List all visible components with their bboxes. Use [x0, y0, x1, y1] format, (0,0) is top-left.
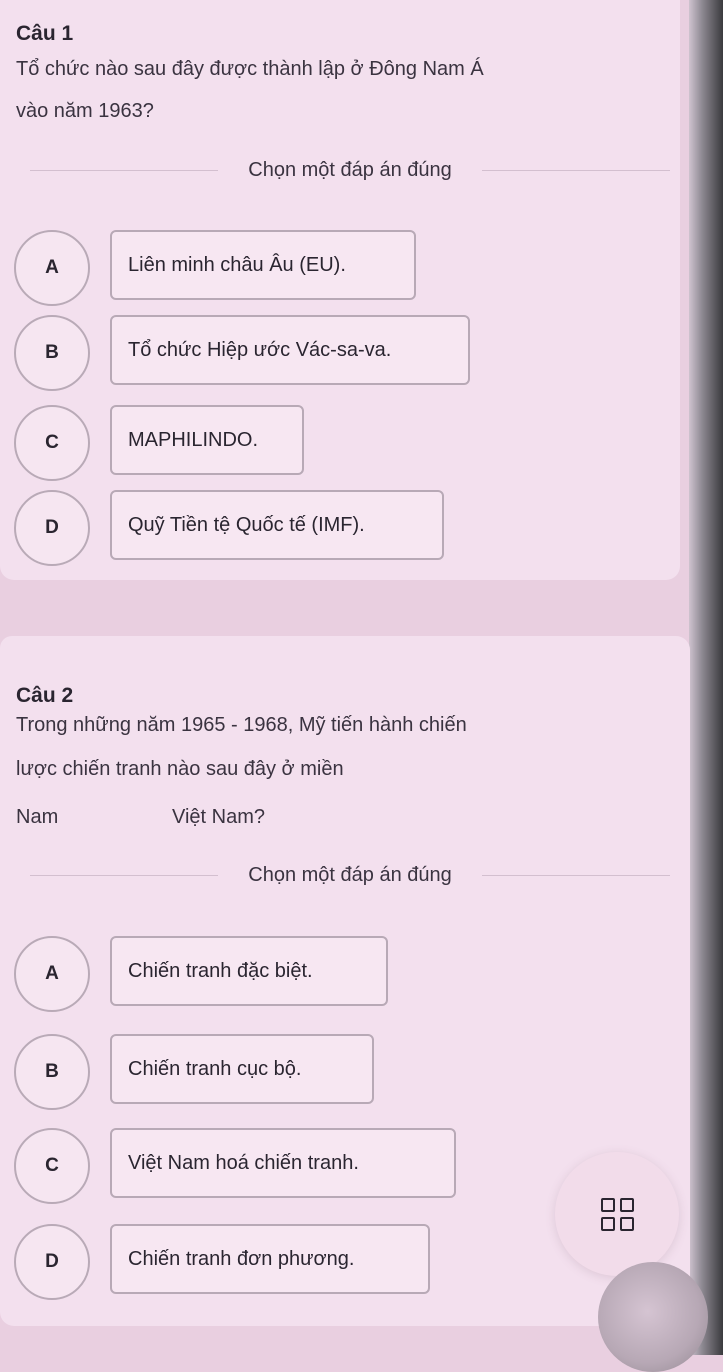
- question-text-line: Tổ chức nào sau đây được thành lập ở Đôn…: [16, 58, 484, 80]
- question-text-line: Việt Nam?: [172, 806, 266, 828]
- option-label[interactable]: Quỹ Tiền tệ Quốc tế (IMF).: [110, 490, 444, 560]
- instruction-text: Chọn một đáp án đúng: [248, 863, 452, 886]
- question-title: Câu 1: [16, 22, 74, 45]
- option-letter[interactable]: A: [14, 230, 90, 306]
- instruction-divider: Chọn một đáp án đúng: [30, 155, 670, 185]
- instruction-text: Chọn một đáp án đúng: [248, 158, 452, 181]
- question-text-line: lược chiến tranh nào sau đây ở miền: [16, 758, 344, 780]
- option-label[interactable]: Chiến tranh cục bộ.: [110, 1034, 374, 1104]
- divider-line: [481, 874, 670, 876]
- option-letter[interactable]: A: [14, 936, 90, 1012]
- grid-icon: [600, 1197, 634, 1231]
- question-text-line: vào năm 1963?: [16, 100, 154, 122]
- option-label[interactable]: Chiến tranh đặc biệt.: [110, 936, 388, 1006]
- device-edge: [689, 0, 723, 1355]
- instruction-divider: Chọn một đáp án đúng: [30, 860, 670, 890]
- option-label[interactable]: Tổ chức Hiệp ước Vác-sa-va.: [110, 315, 470, 385]
- question-grid-button[interactable]: [555, 1152, 679, 1276]
- divider-line: [30, 169, 219, 171]
- option-label[interactable]: Việt Nam hoá chiến tranh.: [110, 1128, 456, 1198]
- option-letter[interactable]: D: [14, 1224, 90, 1300]
- option-label[interactable]: MAPHILINDO.: [110, 405, 304, 475]
- question-text-line: Nam: [16, 806, 59, 828]
- option-label[interactable]: Liên minh châu Âu (EU).: [110, 230, 416, 300]
- option-letter[interactable]: B: [14, 1034, 90, 1110]
- divider-line: [481, 169, 670, 171]
- option-label[interactable]: Chiến tranh đơn phương.: [110, 1224, 430, 1294]
- option-letter[interactable]: B: [14, 315, 90, 391]
- option-letter[interactable]: C: [14, 1128, 90, 1204]
- divider-line: [30, 874, 219, 876]
- question-card-1: Câu 1 Tổ chức nào sau đây được thành lập…: [0, 0, 680, 580]
- option-letter[interactable]: D: [14, 490, 90, 566]
- question-text-line: Trong những năm 1965 - 1968, Mỹ tiến hàn…: [16, 714, 467, 736]
- floating-assistive-touch[interactable]: [598, 1262, 708, 1372]
- option-letter[interactable]: C: [14, 405, 90, 481]
